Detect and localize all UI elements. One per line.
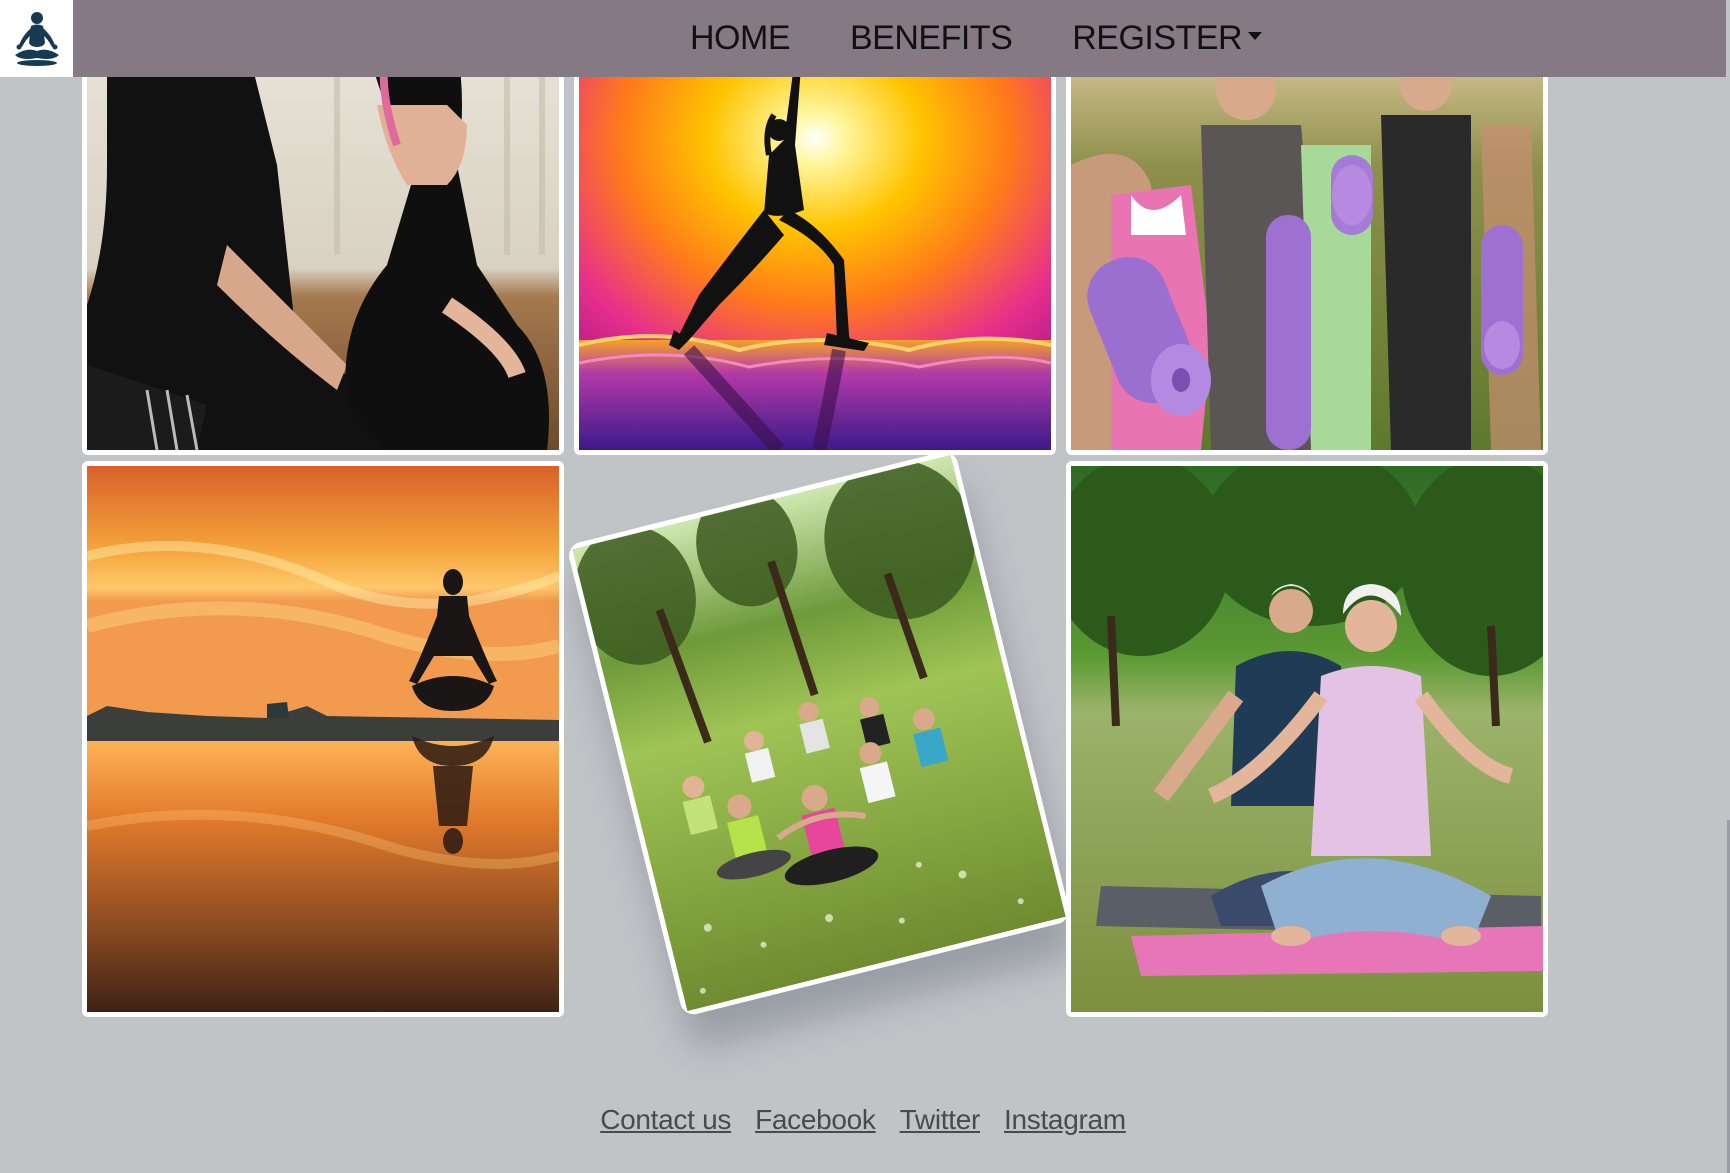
sunset-warrior-pose-photo: [579, 45, 1051, 450]
footer-twitter-link[interactable]: Twitter: [900, 1104, 981, 1136]
footer-instagram-link[interactable]: Instagram: [1004, 1104, 1126, 1136]
meditation-figure-icon: [14, 11, 59, 66]
nav-register-dropdown[interactable]: REGISTER: [1072, 19, 1263, 58]
seniors-meditating-park-photo: [1071, 466, 1543, 1012]
lake-sunset-meditation-photo: [87, 466, 559, 1012]
logo[interactable]: [0, 0, 73, 77]
kneeling-couple-photo: [87, 45, 559, 450]
nav-home-link[interactable]: HOME: [690, 19, 791, 58]
women-with-yoga-mats-photo: [1071, 45, 1543, 450]
footer-facebook-link[interactable]: Facebook: [755, 1104, 876, 1136]
gallery-card-lake-sunset[interactable]: [82, 461, 564, 1017]
gallery-card-seniors-meditating[interactable]: [1066, 461, 1548, 1017]
nav-benefits-link[interactable]: BENEFITS: [850, 19, 1013, 58]
gallery-card-sunset-warrior[interactable]: [574, 40, 1056, 455]
gallery-card-kneeling-couple[interactable]: [82, 40, 564, 455]
footer-links: Contact us Facebook Twitter Instagram: [0, 1104, 1726, 1136]
caret-down-icon: [1248, 31, 1263, 40]
nav-register-label: REGISTER: [1072, 19, 1243, 57]
main-nav: HOME BENEFITS REGISTER: [690, 0, 1322, 77]
gallery-card-park-group[interactable]: [566, 448, 1072, 1018]
top-navbar: HOME BENEFITS REGISTER: [0, 0, 1726, 77]
gallery-card-women-yoga-mats[interactable]: [1066, 40, 1548, 455]
footer-contact-link[interactable]: Contact us: [600, 1104, 731, 1136]
park-group-meditation-photo: [572, 454, 1066, 1012]
